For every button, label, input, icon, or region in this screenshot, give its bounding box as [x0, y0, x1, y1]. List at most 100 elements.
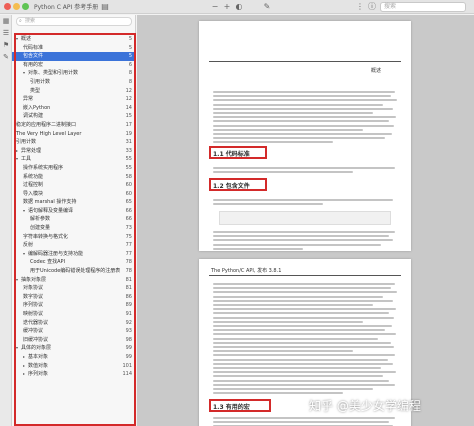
text-line [213, 299, 393, 302]
text-line [213, 133, 392, 135]
toc-item-page-number: 17 [125, 121, 132, 128]
toc-item-label: ▾ 概述 [16, 35, 31, 44]
toc-item[interactable]: 有用的宏 6 [12, 61, 136, 70]
share-icon[interactable]: ◐ [234, 2, 244, 12]
toc-item-page-number: 73 [125, 225, 132, 232]
toc-item-page-number: 98 [125, 336, 132, 343]
toc-item-text: 包含文件 [23, 53, 44, 60]
toc-item[interactable]: 映射协议 91 [12, 310, 136, 319]
toc-item[interactable]: 过程控制 60 [12, 181, 136, 190]
toc-item[interactable]: ▸ 异常处理 33 [12, 147, 136, 156]
text-line [213, 350, 353, 353]
toc-item[interactable]: 系统功能 58 [12, 173, 136, 182]
toc-item[interactable]: ▸ 基本对象 99 [12, 353, 136, 362]
zoom-out-icon[interactable]: − [210, 2, 220, 12]
close-window-button[interactable] [4, 3, 11, 10]
toc-item[interactable]: 数字协议 86 [12, 293, 136, 302]
toc-item[interactable]: 调试构建 15 [12, 112, 136, 121]
toc-item-page-number: 89 [125, 302, 132, 309]
toc-item-label: 反射 [23, 241, 33, 250]
text-line [213, 375, 383, 378]
toc-item-page-number: 114 [122, 371, 132, 378]
toc-item-text: 引用计数 [30, 78, 51, 85]
toc-item[interactable]: 导入模块 60 [12, 190, 136, 199]
toc-item[interactable]: ▸ 数值对象 101 [12, 362, 136, 371]
toc-item[interactable]: 引用计数 8 [12, 78, 136, 87]
thumbnails-icon[interactable]: ▦ [0, 15, 12, 27]
toc-item[interactable]: 代码标准 5 [12, 44, 136, 53]
annotations-icon[interactable]: ✎ [0, 51, 12, 63]
toc-item[interactable]: ▸ 序列对象 114 [12, 370, 136, 379]
toc-item[interactable]: ▾ 对象、类型和引用计数 8 [12, 69, 136, 78]
zoom-in-icon[interactable]: + [222, 2, 232, 12]
toc-item[interactable]: Codec 查找API 78 [12, 258, 136, 267]
toc-item[interactable]: 解析参数 66 [12, 215, 136, 224]
toc-item[interactable]: ▾ 工具 55 [12, 155, 136, 164]
toc-item-text: 创建变量 [30, 225, 51, 232]
toc-item[interactable]: 稳定的应用程序二进制接口 17 [12, 121, 136, 130]
toc-item-text: 调试构建 [23, 113, 44, 120]
toc-item[interactable]: 嵌入Python 14 [12, 104, 136, 113]
toc-item[interactable]: 数据 marshal 操作支持 65 [12, 198, 136, 207]
page-header: 概述 [371, 68, 382, 74]
toc-item[interactable]: 引用计数 31 [12, 138, 136, 147]
text-line [213, 283, 395, 285]
text-line [213, 295, 383, 298]
toc-item-page-number: 8 [128, 70, 132, 77]
toc-item[interactable]: 迭代器协议 92 [12, 319, 136, 328]
toc-item-text: 有用的宏 [23, 61, 44, 68]
text-line [213, 354, 395, 357]
toc-search-input[interactable]: ⌕ 搜索 [16, 17, 132, 26]
toc-item[interactable]: 包含文件 5 [12, 52, 136, 61]
toc-item[interactable]: 用于Unicode编码错误处理程序的注册表 78 [12, 267, 136, 276]
toc-item-text: 用于Unicode编码错误处理程序的注册表 [30, 268, 121, 275]
sidebar-toggle-icon[interactable]: ▤ [100, 2, 110, 12]
toc-icon[interactable]: ☰ [0, 27, 12, 39]
zoom-window-button[interactable] [22, 3, 29, 10]
search-input[interactable]: 搜索 [380, 2, 466, 12]
toc-item-text: 系统功能 [23, 173, 44, 180]
toc-item[interactable]: ▾ 抽象对象层 81 [12, 276, 136, 285]
toc-item[interactable]: 反射 77 [12, 241, 136, 250]
info-icon[interactable]: ⓘ [367, 2, 377, 12]
toc-item-label: 序列协议 [23, 301, 43, 310]
toc-sidebar: ⌕ 搜索 ▾ 概述 5 代码标准 5 包含文件 5 有用的宏 6 ▾ 对象、类型和引用计数 8 引用计数… [12, 15, 136, 426]
toc-item-page-number: 65 [125, 199, 132, 206]
toc-item-label: 解析参数 [30, 215, 50, 224]
toc-item[interactable]: 类型 12 [12, 87, 136, 96]
toc-item-text: 反射 [23, 242, 34, 249]
toc-item-page-number: 66 [125, 207, 132, 214]
toc-item[interactable]: 字符串转换与格式化 75 [12, 233, 136, 242]
toc-item[interactable]: 异常 12 [12, 95, 136, 104]
toc-item[interactable]: ▾ 语句解释及变量编译 66 [12, 207, 136, 216]
toc-item[interactable]: ▾ 概述 5 [12, 35, 136, 44]
toc-item[interactable]: 序列协议 89 [12, 301, 136, 310]
page-header: The Python/C API, 发布 3.8.1 [211, 268, 282, 274]
text-line [213, 91, 395, 93]
text-line [213, 367, 381, 369]
toc-item[interactable]: 旧缓冲协议 98 [12, 336, 136, 345]
toc-item[interactable]: The Very High Level Layer 19 [12, 130, 136, 139]
sidebar-right-icon[interactable]: ⋮ [355, 2, 365, 12]
text-line [213, 124, 394, 127]
toc-item[interactable]: 缓冲协议 93 [12, 327, 136, 336]
toc-item-page-number: 75 [125, 233, 132, 240]
toc-item-page-number: 77 [125, 250, 132, 257]
minimize-window-button[interactable] [13, 3, 20, 10]
toc-item[interactable]: ▾ 具体的对象层 99 [12, 344, 136, 353]
toc-item-page-number: 78 [125, 268, 132, 275]
header-rule [209, 61, 401, 62]
toc-item-label: 代码标准 [23, 44, 43, 53]
document-view[interactable]: 概述 1.1 代码标准 1.2 包含文件 The Python/C API, 发… [137, 15, 474, 426]
annotate-icon[interactable]: ✎ [262, 2, 272, 12]
text-line [213, 362, 393, 365]
text-line [213, 337, 378, 340]
bookmark-icon[interactable]: ⚑ [0, 39, 12, 51]
toc-item-page-number: 92 [125, 319, 132, 326]
toc-item[interactable]: 对象协议 81 [12, 284, 136, 293]
toc-item[interactable]: 操作系统实用程序 55 [12, 164, 136, 173]
toc-item[interactable]: ▾ 编解码器注册与支持功能 77 [12, 250, 136, 259]
toc-item-label: ▾ 具体的对象层 [16, 344, 51, 353]
toc-item[interactable]: 创建变量 73 [12, 224, 136, 233]
toc-item-text: 映射协议 [23, 311, 44, 317]
